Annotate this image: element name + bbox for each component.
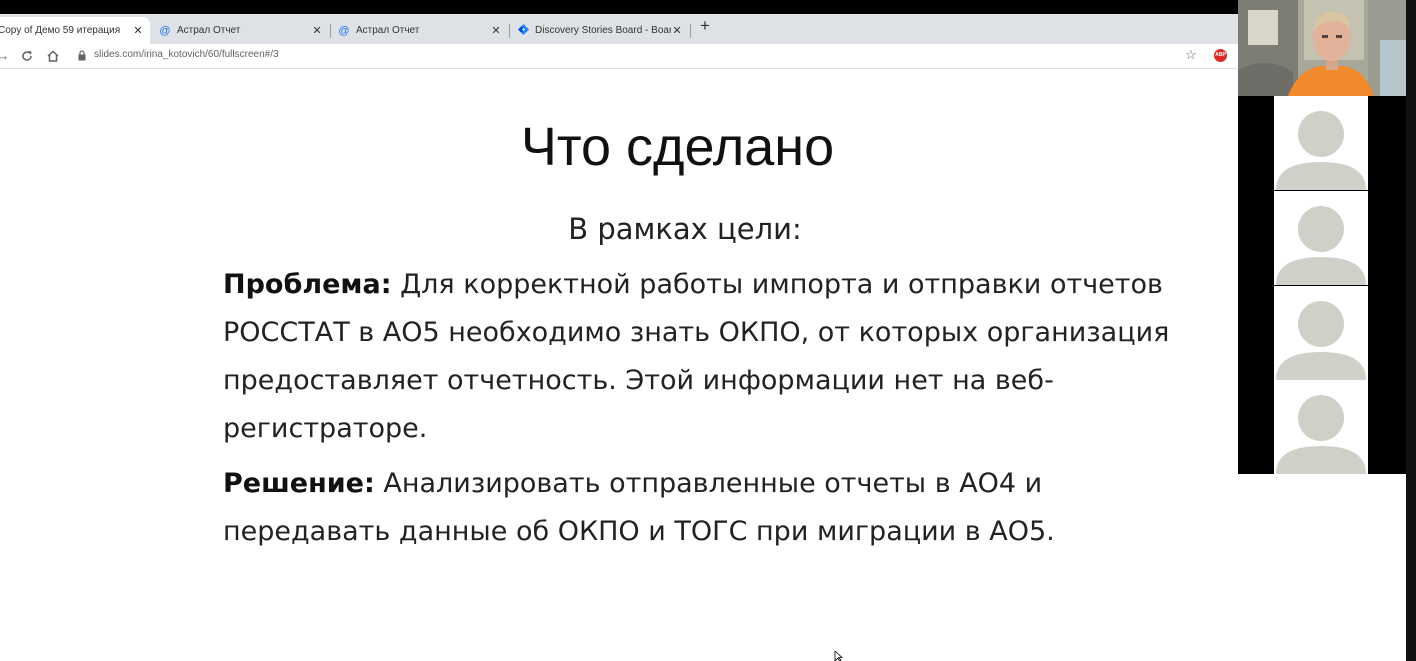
tab-close-icon[interactable]: ✕ bbox=[671, 24, 683, 37]
participant-avatar-tile[interactable] bbox=[1274, 96, 1368, 190]
solution-label: Решение: bbox=[223, 468, 375, 499]
new-tab-button[interactable]: + bbox=[697, 17, 713, 34]
webcam-video bbox=[1238, 0, 1406, 96]
lock-icon bbox=[78, 50, 86, 61]
tab-astral-report-1[interactable]: @ Астрал Отчет ✕ bbox=[153, 17, 329, 44]
tab-title: Астрал Отчет bbox=[177, 25, 241, 36]
problem-paragraph: Проблема: Для корректной работы импорта … bbox=[223, 261, 1173, 453]
bookmark-star-icon[interactable]: ☆ bbox=[1185, 47, 1197, 63]
participant-avatar-tile[interactable] bbox=[1274, 286, 1368, 380]
address-bar[interactable]: slides.com/irina_kotovich/60/fullscreen#… bbox=[72, 47, 1206, 65]
tab-close-icon[interactable]: ✕ bbox=[490, 24, 502, 37]
tab-strip: Copy of Демо 59 итерация ✕ @ Астрал Отче… bbox=[0, 14, 1238, 44]
window-right-edge bbox=[1406, 0, 1416, 661]
forward-icon[interactable]: → bbox=[0, 47, 12, 65]
participant-avatar-tile[interactable] bbox=[1274, 191, 1368, 285]
solution-paragraph: Решение: Анализировать отправленные отче… bbox=[223, 460, 1173, 556]
problem-label: Проблема: bbox=[223, 269, 392, 300]
tab-separator bbox=[330, 24, 331, 38]
person-avatar-icon bbox=[1276, 395, 1366, 474]
mouse-cursor-icon bbox=[834, 651, 844, 661]
tab-separator bbox=[509, 24, 510, 38]
tab-copy-of-demo[interactable]: Copy of Демо 59 итерация ✕ bbox=[0, 17, 150, 44]
person-avatar-icon bbox=[1276, 301, 1366, 380]
tab-title: Астрал Отчет bbox=[356, 25, 420, 36]
tab-separator bbox=[690, 24, 691, 38]
window-top-bar bbox=[0, 0, 1416, 14]
slide-title: Что сделано bbox=[520, 117, 835, 177]
tab-close-icon[interactable]: ✕ bbox=[132, 24, 144, 37]
person-avatar-icon bbox=[1276, 111, 1366, 190]
person-avatar-icon bbox=[1276, 206, 1366, 285]
participant-avatar-tile[interactable] bbox=[1274, 380, 1368, 474]
at-sign-icon: @ bbox=[159, 24, 171, 37]
slide-subtitle: В рамках цели: bbox=[568, 212, 802, 246]
tab-title: Discovery Stories Board - Boards bbox=[535, 25, 671, 36]
video-call-panel bbox=[1238, 0, 1406, 474]
at-sign-icon: @ bbox=[338, 24, 350, 37]
participant-webcam-tile[interactable] bbox=[1238, 0, 1406, 96]
tab-discovery-stories-board[interactable]: Discovery Stories Board - Boards ✕ bbox=[511, 17, 689, 44]
tab-title: Copy of Демо 59 итерация bbox=[0, 25, 121, 36]
navigation-bar: → slides.com/irina_kotovich/60/fullscree… bbox=[0, 44, 1238, 69]
adblock-icon[interactable]: ABP bbox=[1214, 49, 1227, 62]
url-text: slides.com/irina_kotovich/60/fullscreen#… bbox=[94, 49, 279, 60]
tab-astral-report-2[interactable]: @ Астрал Отчет ✕ bbox=[332, 17, 508, 44]
jira-icon bbox=[517, 23, 529, 38]
home-icon[interactable] bbox=[44, 47, 62, 65]
slide: Что сделано В рамках цели: Проблема: Для… bbox=[0, 70, 1238, 661]
reload-icon[interactable] bbox=[18, 47, 36, 65]
tab-close-icon[interactable]: ✕ bbox=[311, 24, 323, 37]
